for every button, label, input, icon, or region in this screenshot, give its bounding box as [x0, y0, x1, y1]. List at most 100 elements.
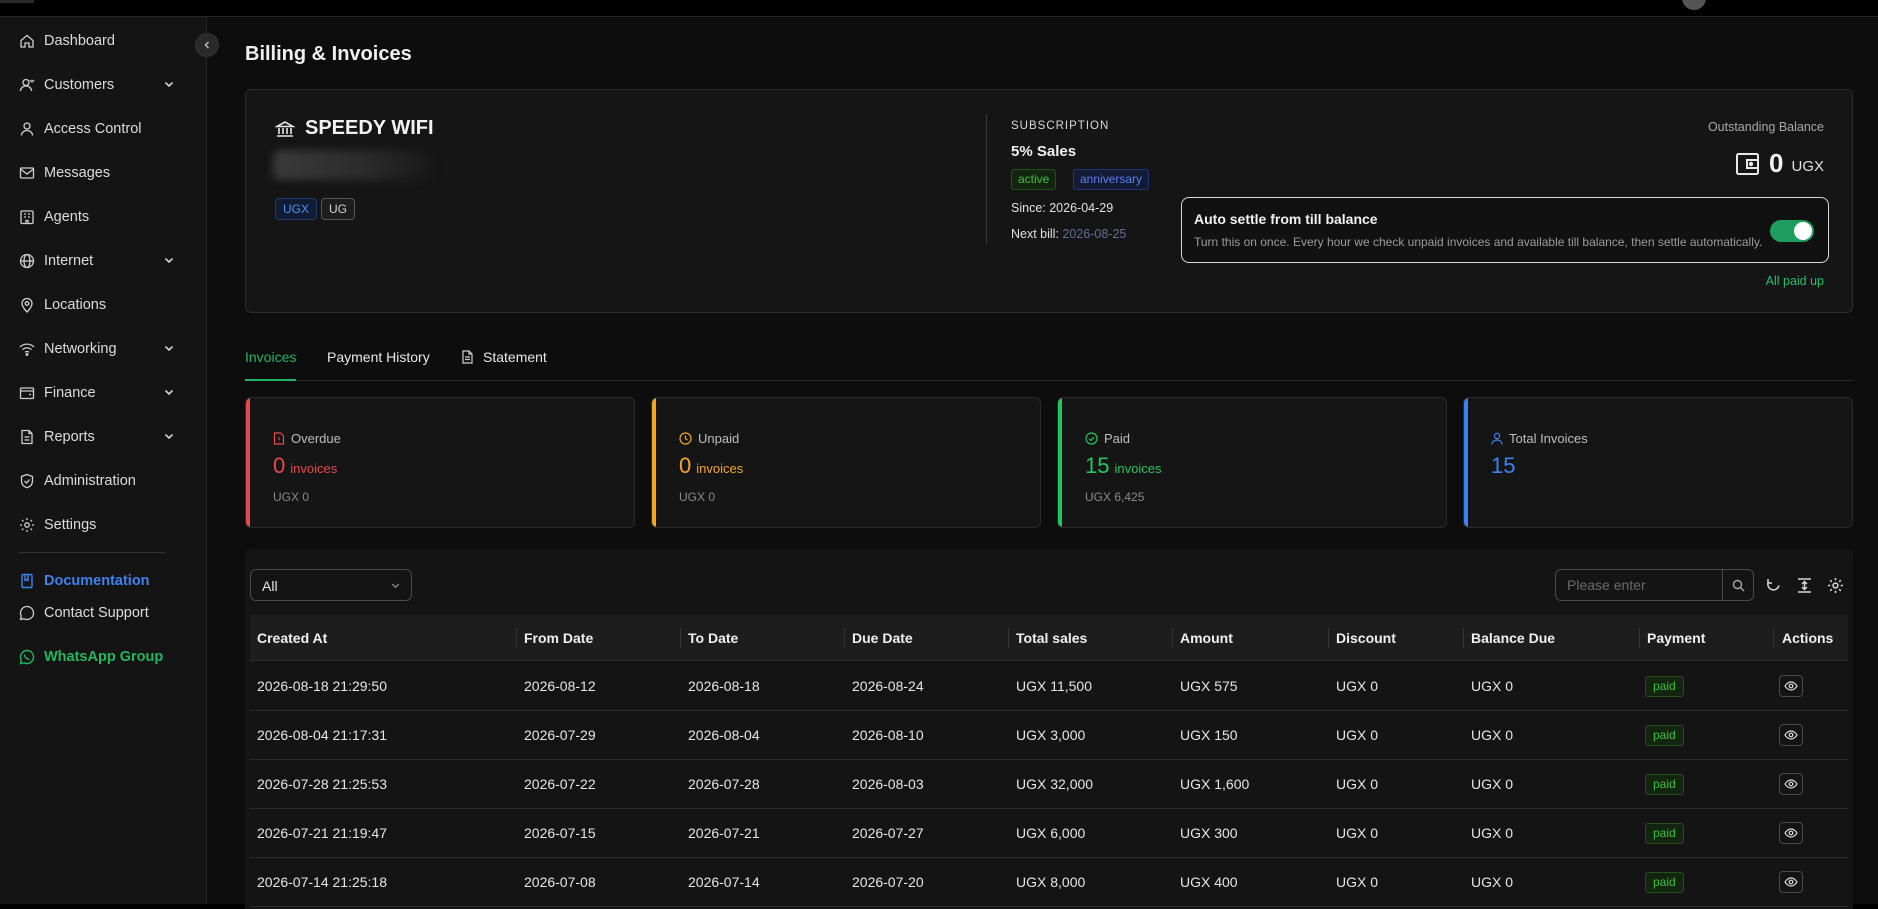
tab-payment-history[interactable]: Payment History	[327, 347, 430, 381]
cell-amount: UGX 150	[1180, 727, 1238, 743]
stat-number: 0	[679, 453, 692, 478]
column-header[interactable]: To Date	[688, 630, 738, 646]
cell-balance-due: UGX 0	[1471, 874, 1514, 890]
sidebar-item-access-control[interactable]: Access Control	[0, 111, 206, 147]
sidebar-item-label: Locations	[44, 297, 107, 313]
tab-invoices[interactable]: Invoices	[245, 347, 297, 381]
since-label: Since:	[1011, 201, 1046, 215]
cell-to-date: 2026-07-28	[688, 776, 760, 792]
sidebar-item-internet[interactable]: Internet	[0, 243, 206, 279]
chevron-down-icon	[164, 433, 174, 440]
stat-label-text: Overdue	[291, 431, 341, 446]
cell-due-date: 2026-08-10	[852, 727, 924, 743]
column-divider	[844, 628, 845, 648]
sidebar-item-finance[interactable]: Finance	[0, 375, 206, 411]
eye-icon	[1784, 877, 1798, 887]
sidebar-item-label: Settings	[44, 517, 97, 533]
sidebar-item-administration[interactable]: Administration	[0, 463, 206, 499]
bank-icon	[275, 120, 295, 137]
cell-amount: UGX 300	[1180, 825, 1238, 841]
sidebar-item-messages[interactable]: Messages	[0, 155, 206, 191]
column-header[interactable]: Due Date	[852, 630, 913, 646]
column-divider	[1008, 628, 1009, 648]
sidebar-item-networking[interactable]: Networking	[0, 331, 206, 367]
sidebar-item-whatsapp-group[interactable]: WhatsApp Group	[0, 639, 206, 675]
sidebar-item-label: Contact Support	[44, 605, 149, 621]
column-header[interactable]: Balance Due	[1471, 630, 1555, 646]
cell-to-date: 2026-08-18	[688, 678, 760, 694]
whatsapp-icon	[19, 649, 35, 665]
cell-from-date: 2026-07-08	[524, 874, 596, 890]
brand: SPEEDY WIFI	[275, 117, 434, 140]
sidebar-collapse-button[interactable]	[195, 33, 219, 57]
eye-icon	[1784, 779, 1798, 789]
stat-label-text: Unpaid	[698, 431, 740, 446]
view-invoice-button[interactable]	[1779, 773, 1803, 795]
table-row[interactable]: 2026-08-04 21:17:31 2026-07-29 2026-08-0…	[250, 711, 1848, 760]
sidebar-item-contact-support[interactable]: Contact Support	[0, 595, 206, 631]
cell-discount: UGX 0	[1336, 776, 1379, 792]
refresh-icon[interactable]	[1765, 577, 1782, 594]
outstanding-balance: 0 UGX	[1735, 148, 1824, 179]
sidebar-item-dashboard[interactable]: Dashboard	[0, 23, 206, 59]
stat-value: 15	[1491, 453, 1515, 479]
logo	[0, 0, 34, 3]
column-header[interactable]: From Date	[524, 630, 593, 646]
cell-amount: UGX 400	[1180, 874, 1238, 890]
stat-amount: UGX 0	[679, 490, 716, 504]
status-filter-select[interactable]: All	[250, 569, 412, 601]
table-row[interactable]: 2026-07-21 21:19:47 2026-07-15 2026-07-2…	[250, 809, 1848, 858]
cell-to-date: 2026-07-21	[688, 825, 760, 841]
sidebar-item-label: WhatsApp Group	[44, 649, 164, 665]
cell-amount: UGX 575	[1180, 678, 1238, 694]
cell-created-at: 2026-07-28 21:25:53	[257, 776, 387, 792]
search-input[interactable]	[1555, 569, 1723, 601]
column-header[interactable]: Actions	[1782, 630, 1833, 646]
cell-total-sales: UGX 3,000	[1016, 727, 1086, 743]
table-row[interactable]: 2026-07-14 21:25:18 2026-07-08 2026-07-1…	[250, 858, 1848, 907]
eye-icon	[1784, 681, 1798, 691]
chevron-down-icon	[391, 583, 400, 589]
sidebar-item-documentation[interactable]: Documentation	[0, 563, 206, 599]
column-header[interactable]: Amount	[1180, 630, 1233, 646]
density-icon[interactable]	[1796, 577, 1813, 594]
column-divider	[1639, 628, 1640, 648]
cell-total-sales: UGX 6,000	[1016, 825, 1086, 841]
stat-number: 15	[1491, 453, 1516, 478]
sidebar-item-reports[interactable]: Reports	[0, 419, 206, 455]
gear-icon	[20, 518, 34, 532]
cell-created-at: 2026-08-04 21:17:31	[257, 727, 387, 743]
subscription-label: SUBSCRIPTION	[1011, 120, 1110, 132]
view-invoice-button[interactable]	[1779, 871, 1803, 893]
accent-bar	[652, 398, 656, 527]
sidebar-item-label: Customers	[44, 77, 115, 93]
sidebar-item-agents[interactable]: Agents	[0, 199, 206, 235]
payment-status-badge: paid	[1645, 774, 1684, 795]
table-row[interactable]: 2026-08-18 21:29:50 2026-08-12 2026-08-1…	[250, 662, 1848, 711]
sidebar-item-settings[interactable]: Settings	[0, 507, 206, 543]
gear-icon[interactable]	[1827, 577, 1844, 594]
stat-label: Paid	[1085, 431, 1130, 446]
stat-unit: invoices	[696, 461, 744, 476]
column-header[interactable]: Payment	[1647, 630, 1705, 646]
column-header[interactable]: Created At	[257, 630, 327, 646]
next-bill-date: Next bill: 2026-08-25	[1011, 227, 1126, 241]
search-button[interactable]	[1722, 569, 1754, 601]
column-header[interactable]: Total sales	[1016, 630, 1087, 646]
tab-statement[interactable]: Statement	[461, 347, 547, 381]
view-invoice-button[interactable]	[1779, 822, 1803, 844]
report-icon	[21, 429, 33, 445]
auto-settle-toggle[interactable]	[1770, 220, 1814, 242]
auto-settle-panel: Auto settle from till balance Turn this …	[1181, 197, 1829, 263]
view-invoice-button[interactable]	[1779, 724, 1803, 746]
view-invoice-button[interactable]	[1779, 675, 1803, 697]
column-divider	[1463, 628, 1464, 648]
table-row[interactable]: 2026-07-28 21:25:53 2026-07-22 2026-07-2…	[250, 760, 1848, 809]
stat-number: 0	[273, 453, 286, 478]
avatar[interactable]	[1682, 0, 1706, 10]
column-header[interactable]: Discount	[1336, 630, 1396, 646]
sidebar-item-customers[interactable]: Customers	[0, 67, 206, 103]
column-divider	[1773, 628, 1774, 648]
clock-icon	[679, 432, 692, 445]
sidebar-item-locations[interactable]: Locations	[0, 287, 206, 323]
